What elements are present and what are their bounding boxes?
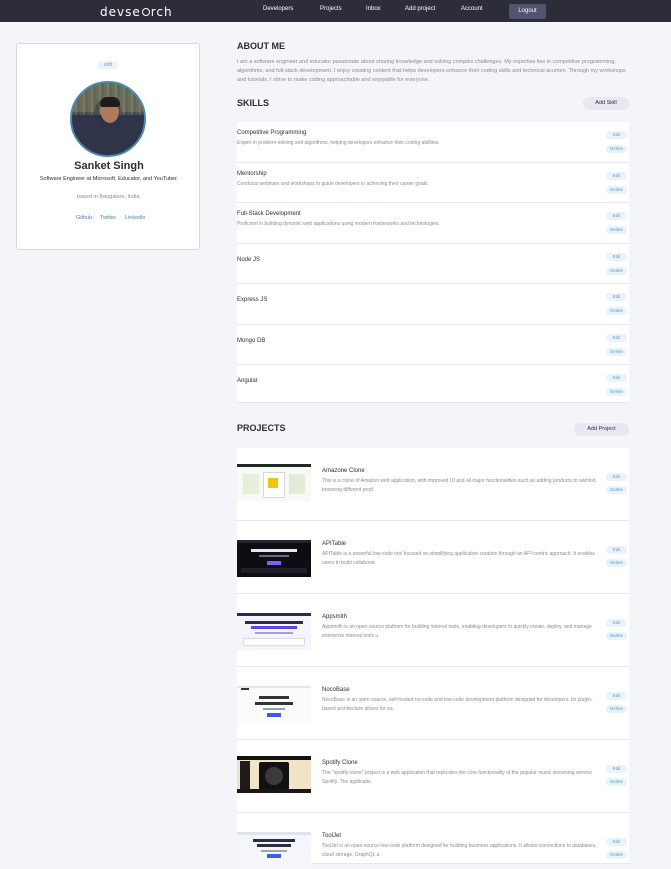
project-edit-button[interactable]: Edit	[606, 619, 627, 627]
project-edit-button[interactable]: Edit	[606, 546, 627, 554]
logout-button[interactable]: Logout	[509, 4, 546, 19]
project-title[interactable]: Appsmith	[322, 614, 347, 620]
project-title[interactable]: Amazone Clone	[322, 468, 365, 474]
project-delete-button[interactable]: Delete	[606, 486, 627, 494]
nav-inbox[interactable]: Inbox	[366, 6, 381, 12]
skill-edit-button[interactable]: Edit	[606, 293, 627, 301]
skill-name: Mongo DB	[237, 338, 266, 344]
project-edit-button[interactable]: Edit	[606, 838, 627, 846]
project-description: The "spotify-clone" project is a web app…	[322, 770, 592, 785]
project-thumbnail[interactable]	[237, 613, 311, 650]
logo[interactable]: devse rch	[100, 5, 173, 19]
skill-name: Node JS	[237, 257, 261, 263]
skill-delete-button[interactable]: Delete	[606, 388, 627, 396]
projects-heading: PROJECTS	[237, 423, 286, 433]
skill-delete-button[interactable]: Delete	[606, 145, 627, 153]
skill-name: Express JS	[237, 297, 268, 303]
project-delete-button[interactable]: Delete	[606, 705, 627, 713]
profile-location: based in Bangalore, India.	[77, 194, 141, 200]
profile-card: edit Sanket Singh Software Engineer at M…	[16, 43, 200, 250]
skill-name: Angular	[237, 378, 258, 384]
project-delete-button[interactable]: Delete	[606, 778, 627, 786]
project-title[interactable]: NocoBase	[322, 687, 350, 693]
skill-delete-button[interactable]: Delete	[606, 226, 627, 234]
project-item: NocoBase NocoBase is an open-source, self…	[237, 667, 629, 740]
project-item: Amazone Clone This is a clone of Amazon w…	[237, 448, 629, 521]
project-thumbnail[interactable]	[237, 756, 311, 793]
skill-edit-button[interactable]: Edit	[606, 212, 627, 220]
social-github-link[interactable]: Github	[76, 215, 92, 221]
add-skill-button[interactable]: Add Skill	[583, 97, 629, 110]
skills-heading: SKILLS	[237, 98, 270, 108]
skill-item: Mentorship Conducts webinars and workshop…	[237, 163, 629, 203]
skill-delete-button[interactable]: Delete	[606, 267, 627, 275]
skill-name: Full-Stack Development	[237, 211, 301, 217]
project-description: NocoBase is an open-source, self-hosted …	[322, 697, 593, 712]
skill-item: Angular Edit Delete	[237, 365, 629, 403]
nav-projects[interactable]: Projects	[320, 6, 342, 12]
skill-description: Expert in problem-solving and algorithms…	[237, 140, 440, 146]
project-delete-button[interactable]: Delete	[606, 632, 627, 640]
project-thumbnail[interactable]	[237, 464, 311, 501]
project-thumbnail[interactable]	[237, 686, 311, 723]
skill-description: Conducts webinars and workshops to guide…	[237, 181, 429, 187]
project-description: This is a clone of Amazon web applicatio…	[322, 478, 597, 493]
project-delete-button[interactable]: Delete	[606, 559, 627, 567]
project-title[interactable]: Spotify Clone	[322, 760, 358, 766]
about-text: I am a software engineer and educator pa…	[237, 59, 626, 83]
social-linkedin-link[interactable]: Linkedin	[125, 215, 146, 221]
skill-item: Express JS Edit Delete	[237, 284, 629, 325]
project-title[interactable]: APITable	[322, 541, 346, 547]
skill-edit-button[interactable]: Edit	[606, 334, 627, 342]
skill-item: Mongo DB Edit Delete	[237, 325, 629, 365]
add-project-button[interactable]: Add Project	[574, 423, 629, 436]
project-delete-button[interactable]: Delete	[606, 851, 627, 859]
project-title[interactable]: ToolJet	[322, 833, 341, 839]
project-item: ToolJet ToolJet is an open-source low-cod…	[237, 813, 629, 869]
project-item: Appsmith Appsmith is an open-source platf…	[237, 594, 629, 667]
logo-o-icon	[141, 8, 150, 16]
avatar	[70, 81, 146, 157]
skill-edit-button[interactable]: Edit	[606, 172, 627, 180]
skill-delete-button[interactable]: Delete	[606, 307, 627, 315]
skill-edit-button[interactable]: Edit	[606, 253, 627, 261]
skill-name: Competitive Programming	[237, 130, 307, 136]
skill-edit-button[interactable]: Edit	[606, 374, 627, 382]
project-description: APITable is a powerful low-code tool foc…	[322, 551, 595, 566]
project-item: Spotify Clone The "spotify-clone" project…	[237, 740, 629, 813]
profile-edit-button[interactable]: edit	[98, 61, 118, 69]
project-edit-button[interactable]: Edit	[606, 473, 627, 481]
project-description: ToolJet is an open-source low-code platf…	[322, 843, 597, 858]
skill-delete-button[interactable]: Delete	[606, 186, 627, 194]
nav-account[interactable]: Account	[461, 6, 483, 12]
social-twitter-link[interactable]: Twitter	[100, 215, 116, 221]
skill-item: Full-Stack Development Proficient in buil…	[237, 203, 629, 244]
skill-edit-button[interactable]: Edit	[606, 131, 627, 139]
skill-item: Node JS Edit Delete	[237, 244, 629, 284]
profile-title: Software Engineer at Microsoft, Educator…	[39, 176, 179, 182]
project-description: Appsmith is an open-source platform for …	[322, 624, 592, 639]
skill-description: Proficient in building dynamic web appli…	[237, 221, 440, 227]
skill-item: Competitive Programming Expert in problem…	[237, 122, 629, 163]
project-thumbnail[interactable]	[237, 832, 311, 869]
nav-developers[interactable]: Developers	[263, 6, 293, 12]
top-navbar: devse rch Developers Projects Inbox Add p…	[0, 0, 671, 22]
about-heading: ABOUT ME	[237, 41, 285, 51]
skill-delete-button[interactable]: Delete	[606, 348, 627, 356]
skill-name: Mentorship	[237, 171, 267, 177]
nav-add-project[interactable]: Add project	[405, 6, 435, 12]
project-edit-button[interactable]: Edit	[606, 692, 627, 700]
project-item: APITable APITable is a powerful low-code …	[237, 521, 629, 594]
profile-name: Sanket Singh	[74, 160, 144, 172]
project-thumbnail[interactable]	[237, 540, 311, 577]
project-edit-button[interactable]: Edit	[606, 765, 627, 773]
